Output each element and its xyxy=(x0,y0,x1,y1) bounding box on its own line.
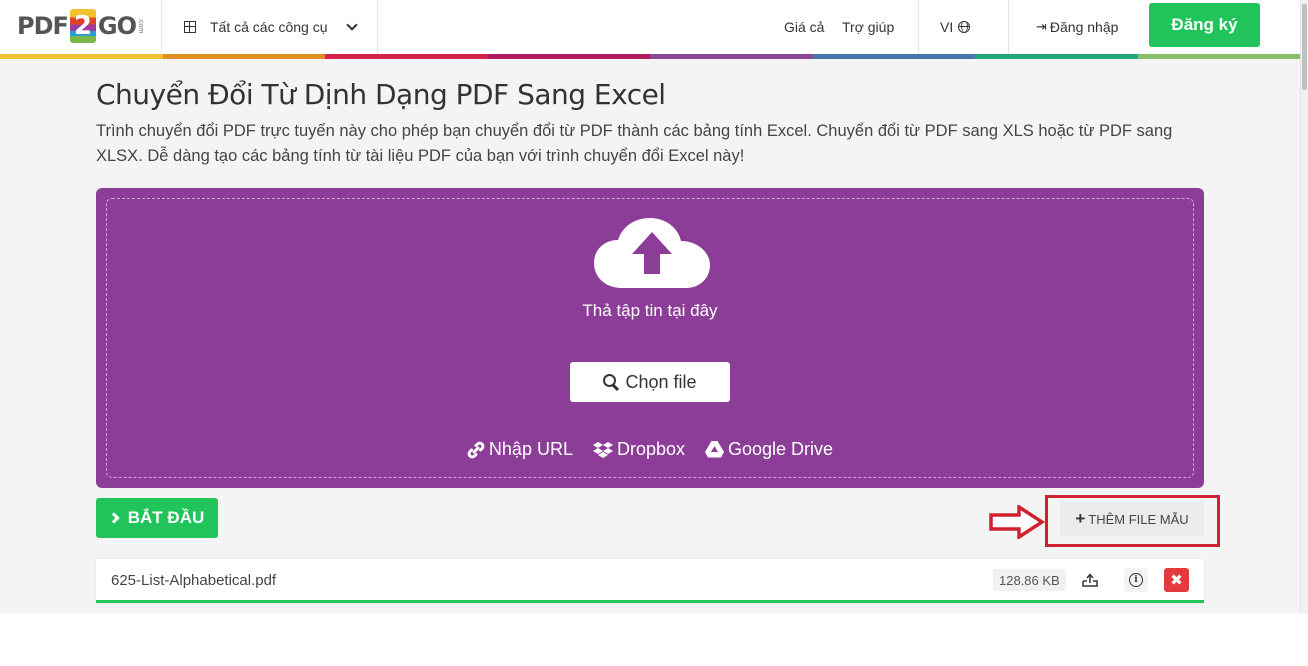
page-scrollbar[interactable] xyxy=(1300,0,1308,613)
login-label: Đăng nhập xyxy=(1049,19,1119,35)
top-navbar: PDF 2 GO .com Tất cả các công cụ Giá cả … xyxy=(0,0,1300,54)
chevron-down-icon xyxy=(345,18,358,31)
drop-files-text: Thả tập tin tại đây xyxy=(582,301,718,320)
choose-file-button[interactable]: Chọn file xyxy=(570,362,730,402)
enter-url-label: Nhập URL xyxy=(488,439,573,459)
search-icon xyxy=(603,374,619,390)
add-sample-label: THÊM FILE MẪU xyxy=(1088,511,1189,527)
language-selector[interactable]: VI xyxy=(940,0,971,54)
add-sample-file-button[interactable]: + THÊM FILE MẪU xyxy=(1060,502,1204,536)
google-drive-label: Google Drive xyxy=(728,439,834,459)
choose-file-label: Chọn file xyxy=(625,371,697,392)
sign-in-icon: ⇥ xyxy=(1036,19,1047,34)
upload-to-cloud-button[interactable] xyxy=(1078,568,1102,592)
dropbox-icon xyxy=(592,441,613,458)
pdf2go-logo[interactable]: PDF 2 GO .com xyxy=(17,9,144,43)
file-list-item: 625-List-Alphabetical.pdf 128.86 KB i ✖ xyxy=(96,559,1204,603)
enter-url-option[interactable]: Nhập URL xyxy=(467,439,573,460)
help-link[interactable]: Trợ giúp xyxy=(842,0,894,54)
login-link[interactable]: ⇥ Đăng nhập xyxy=(1036,0,1118,54)
upload-sources: Nhập URL Dropbox Google Drive xyxy=(96,439,1204,460)
dropbox-label: Dropbox xyxy=(616,439,686,459)
annotation-arrow-icon xyxy=(989,505,1045,539)
google-drive-icon xyxy=(705,441,725,458)
start-label: BẮT ĐẦU xyxy=(127,508,205,527)
pricing-link[interactable]: Giá cả xyxy=(784,0,824,54)
all-tools-label: Tất cả các công cụ xyxy=(210,19,328,35)
page-description: Trình chuyển đổi PDF trực tuyến này cho … xyxy=(96,122,1173,165)
delete-file-button[interactable]: ✖ xyxy=(1164,568,1189,592)
file-size-badge: 128.86 KB xyxy=(993,569,1066,591)
scrollbar-thumb[interactable] xyxy=(1302,4,1307,90)
file-name: 625-List-Alphabetical.pdf xyxy=(111,572,277,589)
header-divider xyxy=(1008,0,1009,54)
signup-button[interactable]: Đăng ký xyxy=(1149,3,1260,47)
upload-icon xyxy=(1082,573,1098,587)
file-info-button[interactable]: i xyxy=(1124,568,1148,592)
logo-text-right: GO xyxy=(97,12,137,40)
plus-icon: + xyxy=(1075,509,1086,528)
globe-icon xyxy=(958,21,971,33)
logo-digit: 2 xyxy=(73,11,92,41)
logo-badge: 2 xyxy=(69,9,96,43)
info-icon: i xyxy=(1129,573,1143,587)
main-content: Chuyển Đổi Từ Dịnh Dạng PDF Sang Excel T… xyxy=(0,59,1300,613)
dropbox-option[interactable]: Dropbox xyxy=(592,439,686,460)
chevron-right-icon xyxy=(108,512,120,524)
file-dropzone[interactable]: Thả tập tin tại đây Chọn file Nhập URL D… xyxy=(96,188,1204,488)
language-label: VI xyxy=(940,19,954,35)
header-divider xyxy=(377,0,378,54)
all-tools-dropdown[interactable]: Tất cả các công cụ xyxy=(162,0,377,54)
close-icon: ✖ xyxy=(1170,572,1183,589)
start-button[interactable]: BẮT ĐẦU xyxy=(96,498,218,538)
logo-suffix: .com xyxy=(137,18,145,34)
header-divider xyxy=(918,0,919,54)
google-drive-option[interactable]: Google Drive xyxy=(705,439,833,460)
cloud-upload-icon xyxy=(594,218,710,288)
page-title: Chuyển Đổi Từ Dịnh Dạng PDF Sang Excel xyxy=(96,78,666,111)
logo-text-left: PDF xyxy=(17,12,69,40)
link-icon xyxy=(467,441,485,458)
grid-icon xyxy=(184,21,196,33)
